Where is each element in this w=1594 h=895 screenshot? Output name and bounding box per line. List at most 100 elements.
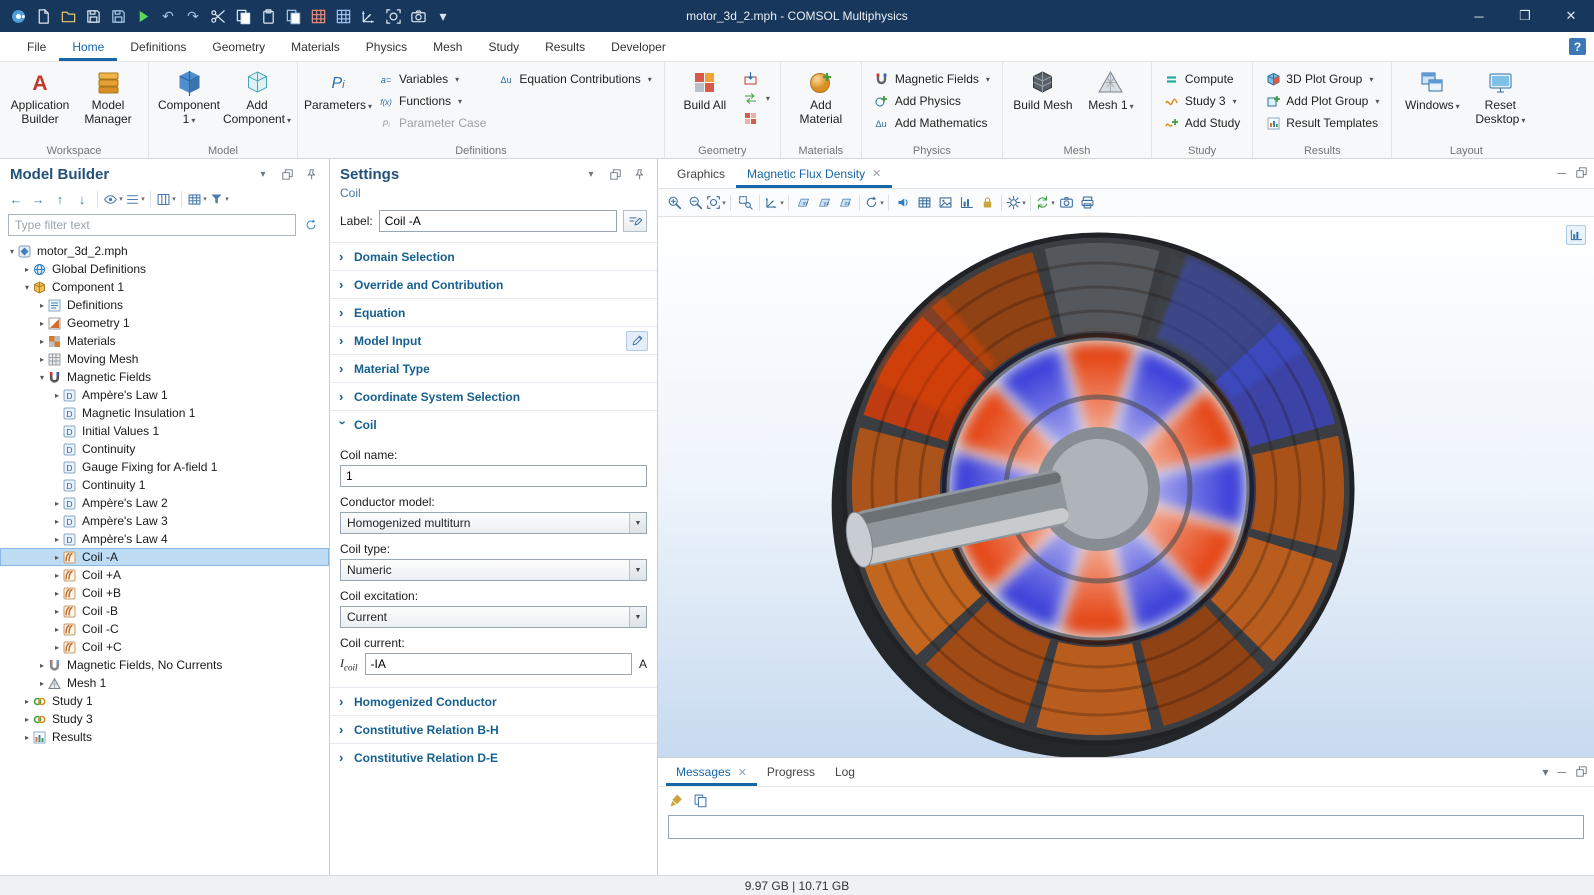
copy-icon[interactable] [231,3,255,29]
comsol-logo-icon[interactable] [6,3,30,29]
section-domain-selection[interactable]: ›Domain Selection [330,242,657,270]
panel-menu-icon[interactable]: ▾ [583,167,599,183]
menu-tab-results[interactable]: Results [532,32,598,61]
plot-data-icon[interactable] [956,192,976,214]
section-constitutive-relation-de[interactable]: ›Constitutive Relation D-E [330,743,657,771]
chevron-right-icon[interactable]: ▸ [51,517,63,526]
chevron-down-icon[interactable]: ▾ [6,247,18,256]
close-icon[interactable]: ✕ [738,766,747,779]
chevron-down-icon[interactable]: ▾ [36,373,48,382]
move-up-icon[interactable]: ↑ [50,188,70,210]
menu-tab-home[interactable]: Home [59,32,117,61]
refresh-icon[interactable]: ▾ [864,192,884,214]
back-icon[interactable]: ← [6,188,26,210]
chevron-right-icon[interactable]: ▸ [36,319,48,328]
customize-toolbar-icon[interactable]: ▾ [431,3,455,29]
add-plot-group-button[interactable]: Add Plot Group▾ [1260,90,1384,112]
result-templates-button[interactable]: Result Templates [1260,112,1384,134]
livelink-button[interactable]: ▾ [740,89,773,107]
section-coil[interactable]: ›Coil [330,410,657,438]
panel-menu-icon[interactable]: ▾ [255,167,271,183]
add-physics-button[interactable]: Add Physics [869,90,995,112]
menu-tab-definitions[interactable]: Definitions [117,32,199,61]
add-component-button[interactable]: Add Component▾ [224,65,290,142]
chevron-right-icon[interactable]: ▸ [21,265,33,274]
build-mesh-button[interactable]: Build Mesh [1010,65,1076,142]
zoom-in-icon[interactable] [664,192,684,214]
tree-item[interactable]: ▸DAmpère's Law 3 [0,512,329,530]
tree-item[interactable]: ▸Study 1 [0,692,329,710]
scene-light-icon[interactable]: ▾ [1006,192,1026,214]
tree-item[interactable]: ▸DAmpère's Law 2 [0,494,329,512]
chevron-right-icon[interactable]: ▸ [36,337,48,346]
tree-item[interactable]: ▾Component 1 [0,278,329,296]
clear-messages-icon[interactable] [666,789,686,811]
label-input[interactable] [379,210,617,232]
chevron-right-icon[interactable]: ▸ [51,607,63,616]
close-icon[interactable]: ✕ [872,167,881,180]
update-icon[interactable]: ▾ [1035,192,1055,214]
tree-item[interactable]: DGauge Fixing for A-field 1 [0,458,329,476]
tree-item[interactable]: ▾Magnetic Fields [0,368,329,386]
tree-item[interactable]: ▸Coil +C [0,638,329,656]
filter-nodes-icon[interactable]: ▾ [209,188,229,210]
section-material-type[interactable]: ›Material Type [330,354,657,382]
windows-button[interactable]: Windows▾ [1399,65,1465,142]
chevron-right-icon[interactable]: ▸ [51,391,63,400]
model-tree-columns-icon[interactable]: ▾ [156,188,176,210]
application-builder-button[interactable]: A Application Builder [7,65,73,142]
chevron-right-icon[interactable]: ▸ [36,355,48,364]
plot-properties-icon[interactable] [1566,225,1586,245]
image-snapshot-icon[interactable] [935,192,955,214]
float-panel-icon[interactable] [607,167,623,183]
tree-item[interactable]: ▸DAmpère's Law 1 [0,386,329,404]
parameters-button[interactable]: Pi Parameters▾ [305,65,371,142]
new-file-icon[interactable] [31,3,55,29]
collapse-icon[interactable]: ▾ [125,188,145,210]
show-icon[interactable]: ▾ [103,188,123,210]
tree-item[interactable]: ▸Coil -A [0,548,329,566]
menu-tab-mesh[interactable]: Mesh [420,32,475,61]
chevron-right-icon[interactable]: ▸ [36,301,48,310]
tree-item[interactable]: ▸Study 3 [0,710,329,728]
tree-item[interactable]: ▸Coil +B [0,584,329,602]
chevron-right-icon[interactable]: ▸ [36,661,48,670]
undo-icon[interactable]: ↶ [156,3,180,29]
redo-icon[interactable]: ↷ [181,3,205,29]
view-xy-icon[interactable]: xy [793,192,813,214]
study-3-button[interactable]: Study 3▾ [1159,90,1245,112]
tree-item[interactable]: ▸Coil -B [0,602,329,620]
minimize-panel-icon[interactable]: ─ [1557,765,1566,781]
play-sound-icon[interactable] [893,192,913,214]
paste-icon[interactable] [256,3,280,29]
zoom-out-icon[interactable] [685,192,705,214]
add-study-button[interactable]: Add Study [1159,112,1245,134]
tree-item[interactable]: ▸Coil -C [0,620,329,638]
graphics-viewport[interactable] [658,217,1594,757]
close-button[interactable]: ✕ [1548,0,1594,32]
tree-item[interactable]: DContinuity [0,440,329,458]
float-panel-icon[interactable] [279,167,295,183]
tab-magnetic-flux-density[interactable]: Magnetic Flux Density✕ [736,159,892,188]
refresh-icon[interactable] [301,215,321,235]
node-grouping-icon[interactable]: ▾ [187,188,207,210]
chevron-right-icon[interactable]: ▸ [36,679,48,688]
coil-type-select[interactable]: Numeric▼ [340,559,647,581]
float-panel-icon[interactable] [1575,166,1588,182]
add-mathematics-button[interactable]: Δu Add Mathematics [869,112,995,134]
minimize-panel-icon[interactable]: ─ [1557,166,1566,182]
conductor-model-select[interactable]: Homogenized multiturn▼ [340,512,647,534]
zoom-box-icon[interactable] [735,192,755,214]
section-equation[interactable]: ›Equation [330,298,657,326]
tree-item[interactable]: ▸Definitions [0,296,329,314]
coil-name-input[interactable] [340,465,647,487]
measure-icon[interactable] [356,3,380,29]
variables-button[interactable]: a= Variables▾ [373,68,491,90]
tree-item[interactable]: DMagnetic Insulation 1 [0,404,329,422]
reset-desktop-button[interactable]: Reset Desktop▾ [1467,65,1533,142]
chevron-right-icon[interactable]: ▸ [51,589,63,598]
3d-plot-group-button[interactable]: 3D Plot Group▾ [1260,68,1384,90]
equation-contributions-button[interactable]: Δu Equation Contributions▾ [493,68,656,90]
save-icon[interactable] [81,3,105,29]
move-down-icon[interactable]: ↓ [72,188,92,210]
